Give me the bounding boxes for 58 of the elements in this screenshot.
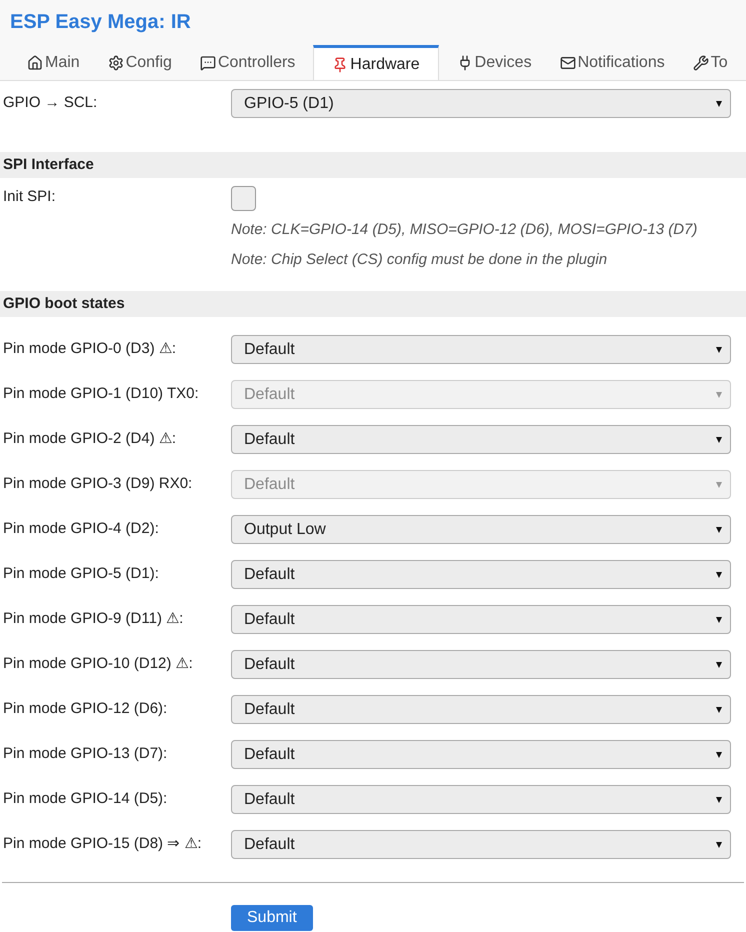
tab[interactable]: Controllers — [190, 45, 306, 80]
dropdown[interactable]: Default — [231, 560, 731, 589]
gear-icon — [108, 54, 124, 70]
caret-icon — [716, 572, 722, 578]
home-icon — [27, 54, 43, 70]
submit-button[interactable]: Submit — [231, 905, 313, 931]
caret-icon — [716, 482, 722, 488]
caret-icon — [716, 796, 722, 802]
field-label: Pin mode GPIO-0 (D3) ⚠: — [3, 339, 178, 360]
section-heading: SPI Interface — [0, 152, 746, 178]
tab[interactable]: Notifications — [550, 45, 675, 80]
field-label: Init SPI: — [3, 187, 57, 207]
dropdown[interactable]: Default — [231, 425, 731, 454]
field-label: Pin mode GPIO-2 (D4) ⚠: — [3, 429, 178, 450]
field-label: GPIO → SCL: — [3, 93, 98, 114]
field-label: Pin mode GPIO-9 (D11) ⚠: — [3, 609, 184, 630]
page-title: ESP Easy Mega: IR — [9, 10, 192, 35]
field-label: Pin mode GPIO-13 (D7): — [3, 744, 168, 764]
field-label: Pin mode GPIO-3 (D9) RX0: — [3, 474, 194, 494]
dropdown[interactable]: Default — [231, 830, 731, 859]
note-text: Note: CLK=GPIO-14 (D5), MISO=GPIO-12 (D6), MOSI=GPIO-13 (D7) — [231, 220, 698, 240]
caret-icon — [716, 526, 722, 532]
tab[interactable]: To — [682, 45, 738, 80]
wrench-icon — [692, 54, 709, 70]
caret-icon — [716, 392, 722, 398]
caret-icon — [716, 706, 722, 712]
tab[interactable]: Hardware — [313, 45, 439, 80]
tab[interactable]: Main — [17, 45, 90, 80]
dropdown[interactable]: Default — [231, 785, 731, 814]
dropdown[interactable]: GPIO-5 (D1) — [231, 89, 731, 118]
caret-icon — [716, 752, 722, 758]
caret-icon — [716, 436, 722, 442]
checkbox[interactable] — [231, 186, 256, 211]
caret-icon — [716, 100, 722, 106]
field-label: Pin mode GPIO-5 (D1): — [3, 564, 160, 584]
caret-icon — [716, 662, 722, 668]
note-text: Note: Chip Select (CS) config must be done in the plugin — [231, 250, 608, 270]
field-label: Pin mode GPIO-15 (D8) ⇒ ⚠: — [3, 834, 203, 854]
field-label: Pin mode GPIO-1 (D10) TX0: — [3, 384, 200, 404]
speech-bubble-icon — [200, 54, 216, 70]
caret-icon — [716, 842, 722, 848]
field-label: Pin mode GPIO-10 (D12) ⚠: — [3, 654, 194, 674]
dropdown[interactable]: Default — [231, 335, 731, 364]
tab[interactable]: Config — [98, 45, 182, 80]
dropdown[interactable]: Default — [231, 650, 731, 679]
envelope-icon — [560, 54, 576, 70]
dropdown[interactable]: Default — [231, 695, 731, 724]
field-label: Pin mode GPIO-12 (D6): — [3, 699, 168, 720]
field-label: Pin mode GPIO-14 (D5): — [3, 789, 168, 810]
dropdown[interactable]: Default — [231, 605, 731, 634]
dropdown[interactable]: Default — [231, 740, 731, 769]
tab[interactable]: Devices — [446, 45, 542, 80]
caret-icon — [716, 346, 722, 352]
dropdown[interactable]: Output Low — [231, 515, 731, 544]
section-heading: GPIO boot states — [0, 291, 746, 317]
pushpin-icon — [332, 56, 348, 72]
caret-icon — [716, 616, 722, 622]
field-label: Pin mode GPIO-4 (D2): — [3, 519, 160, 540]
